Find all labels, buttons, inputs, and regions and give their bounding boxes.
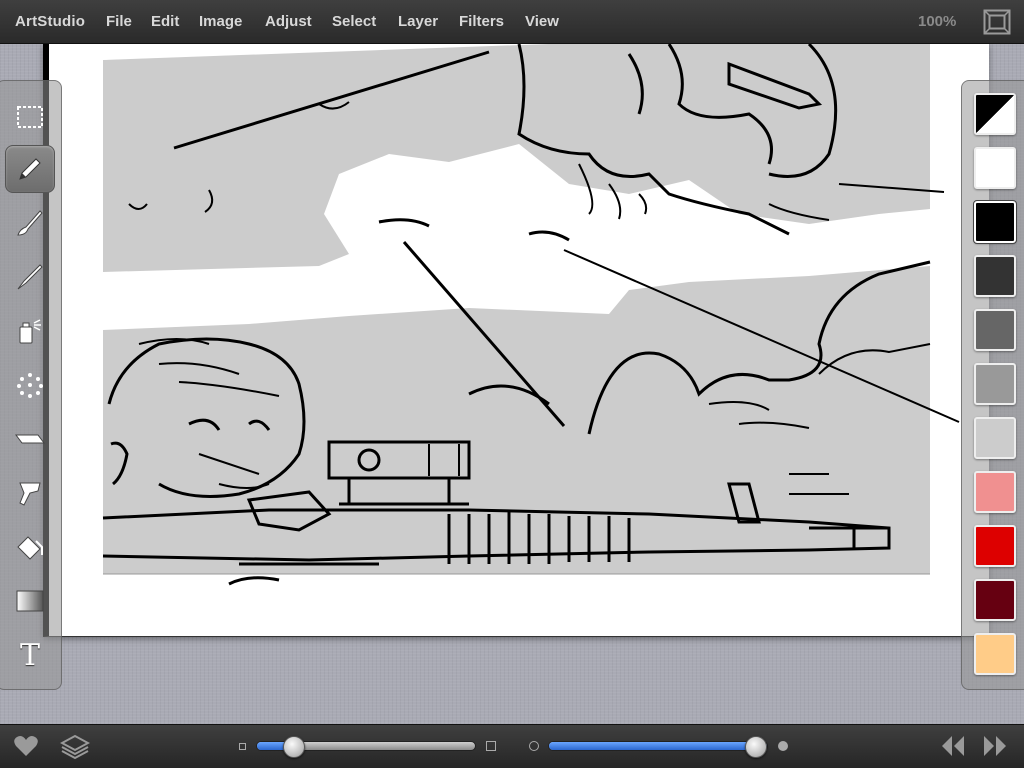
opacity-high-icon — [778, 741, 788, 751]
bottom-toolbar — [0, 724, 1024, 768]
text-icon: T — [19, 637, 40, 673]
size-small-icon — [239, 743, 246, 750]
sketch-artwork — [102, 44, 960, 586]
tool-palette: T — [0, 80, 62, 690]
size-slider-knob[interactable] — [282, 736, 305, 758]
swatch-dark-red[interactable] — [974, 579, 1016, 621]
opacity-slider[interactable] — [548, 741, 768, 751]
menu-view[interactable]: View — [525, 13, 559, 30]
swatch-red[interactable] — [974, 525, 1016, 567]
menu-select[interactable]: Select — [332, 13, 376, 30]
paint-bucket-icon — [17, 536, 43, 560]
swatch-light-gray[interactable] — [974, 417, 1016, 459]
tool-scatter[interactable] — [5, 361, 55, 409]
menu-image[interactable]: Image — [199, 13, 242, 30]
heart-icon[interactable] — [12, 732, 40, 760]
tool-smudge[interactable] — [5, 469, 55, 517]
gradient-icon — [16, 590, 44, 612]
tool-text[interactable]: T — [5, 631, 55, 679]
opacity-slider-knob[interactable] — [745, 736, 767, 758]
layers-icon[interactable] — [59, 732, 91, 760]
swatch-pink[interactable] — [974, 471, 1016, 513]
smudge-icon — [19, 482, 41, 506]
menu-bar: ArtStudio File Edit Image Adjust Select … — [0, 0, 1024, 44]
app-name[interactable]: ArtStudio — [15, 13, 85, 30]
tool-gradient[interactable] — [5, 577, 55, 625]
paintbrush-icon — [17, 264, 43, 290]
menu-edit[interactable]: Edit — [151, 13, 179, 30]
tool-rectangle-select[interactable] — [5, 93, 55, 141]
undo-icon[interactable] — [940, 734, 968, 762]
zoom-level: 100% — [918, 13, 957, 30]
opacity-slider-fill — [549, 742, 767, 750]
tool-spray[interactable] — [5, 307, 55, 355]
drawing-canvas[interactable] — [43, 44, 989, 637]
color-palette — [961, 80, 1024, 690]
swatch-white[interactable] — [974, 147, 1016, 189]
spray-can-icon — [19, 319, 41, 344]
fullscreen-icon[interactable] — [983, 9, 1011, 35]
pencil-icon — [19, 158, 41, 180]
menu-adjust[interactable]: Adjust — [265, 13, 312, 30]
swatch-dark-gray[interactable] — [974, 255, 1016, 297]
tool-fill[interactable] — [5, 523, 55, 571]
swatch-peach[interactable] — [974, 633, 1016, 675]
tool-pencil[interactable] — [5, 145, 55, 193]
swatch-mid-gray[interactable] — [974, 363, 1016, 405]
swatch-black[interactable] — [973, 200, 1017, 244]
brush-icon — [17, 210, 43, 236]
menu-file[interactable]: File — [106, 13, 132, 30]
scatter-dots-icon — [17, 373, 43, 398]
redo-icon[interactable] — [982, 734, 1010, 762]
swatch-gray[interactable] — [974, 309, 1016, 351]
tool-brush[interactable] — [5, 199, 55, 247]
marquee-icon — [17, 106, 43, 128]
tool-eraser[interactable] — [5, 415, 55, 463]
size-large-icon — [486, 741, 496, 751]
opacity-low-icon — [529, 741, 539, 751]
menu-layer[interactable]: Layer — [398, 13, 438, 30]
tool-paintbrush[interactable] — [5, 253, 55, 301]
eraser-icon — [15, 434, 45, 444]
swatch-black-white[interactable] — [974, 93, 1016, 135]
menu-filters[interactable]: Filters — [459, 13, 504, 30]
